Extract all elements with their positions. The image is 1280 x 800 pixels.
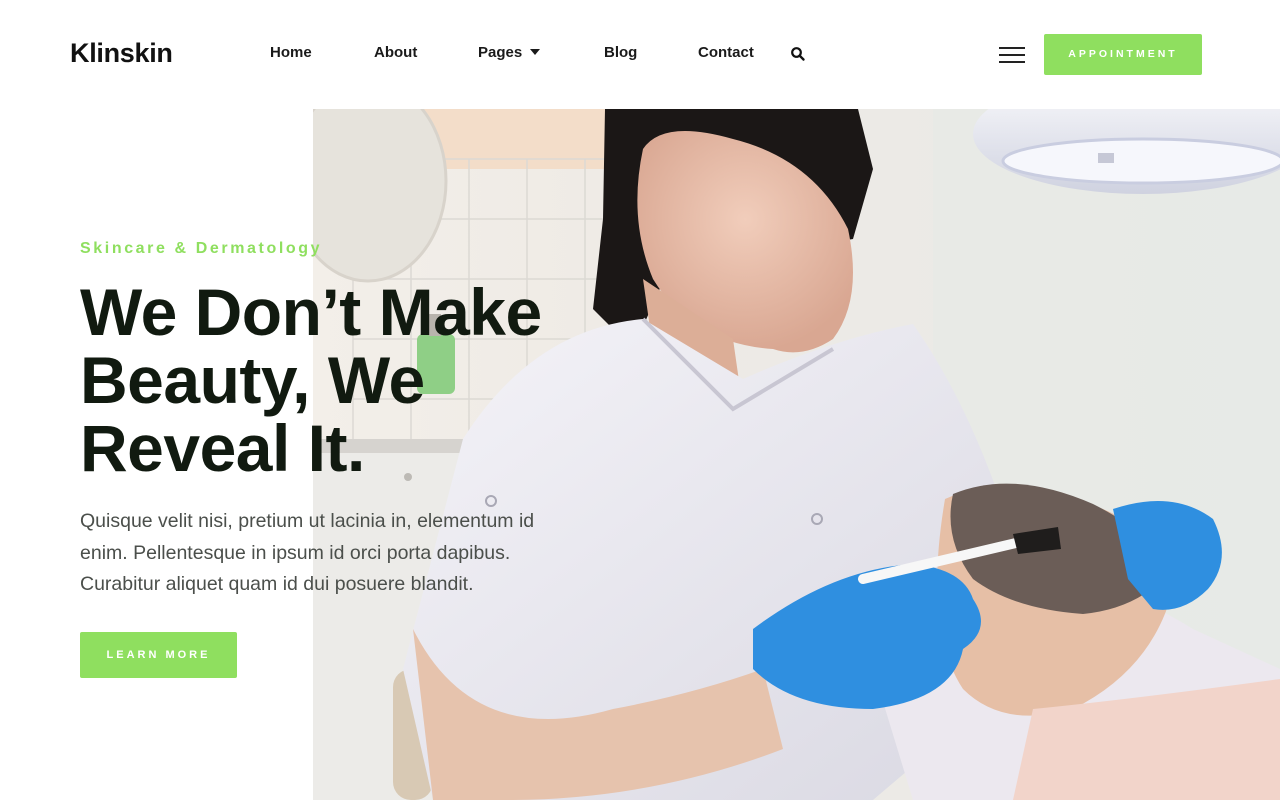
hero-description-line: enim. Pellentesque in ipsum id orci port… [80, 541, 511, 564]
hero-headline-line: Beauty, We [80, 343, 425, 417]
nav-item-blog[interactable]: Blog [604, 44, 637, 61]
site-header: Klinskin Home About Pages Blog Contact A… [0, 0, 1280, 109]
nav-item-pages[interactable]: Pages [478, 44, 541, 61]
search-icon[interactable] [790, 46, 806, 62]
chevron-down-icon [530, 49, 541, 55]
hamburger-menu-icon[interactable] [999, 45, 1026, 65]
hero-headline-line: We Don’t Make [80, 275, 542, 349]
hero-description-line: Quisque velit nisi, pretium ut lacinia i… [80, 510, 535, 532]
nav-item-about[interactable]: About [374, 44, 417, 61]
hero-description-line: Curabitur aliquet quam id dui posuere bl… [80, 573, 474, 595]
hero-description: Quisque velit nisi, pretium ut lacinia i… [80, 506, 580, 601]
hero-headline: We Don’t Make Beauty, We Reveal It. [80, 278, 640, 482]
nav-item-home[interactable]: Home [270, 44, 312, 61]
nav-item-contact[interactable]: Contact [698, 44, 754, 61]
appointment-button[interactable]: APPOINTMENT [1044, 34, 1202, 75]
learn-more-button[interactable]: LEARN MORE [80, 632, 237, 678]
nav-item-pages-label: Pages [478, 44, 523, 61]
hero-headline-line: Reveal It. [80, 411, 365, 485]
hero-eyebrow: Skincare & Dermatology [80, 240, 323, 257]
site-logo[interactable]: Klinskin [70, 38, 173, 69]
